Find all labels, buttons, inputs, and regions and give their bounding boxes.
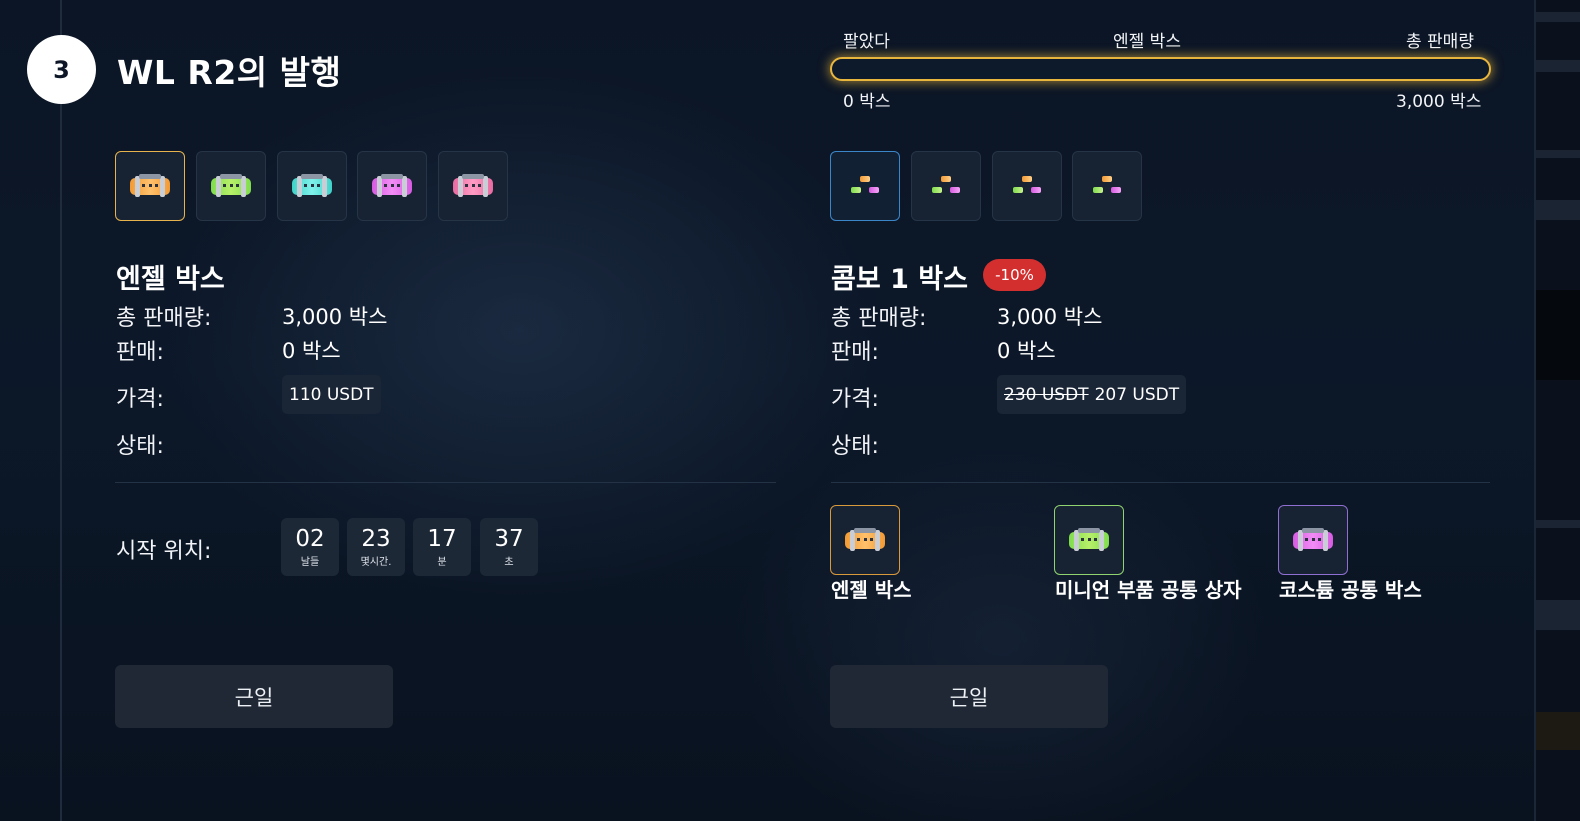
thumb-teal-box[interactable] (277, 151, 347, 221)
combo-item-2-icon (1290, 525, 1336, 555)
combo-4-icon (1090, 174, 1124, 198)
combo-item-angel-box-label: 엔젤 박스 (831, 578, 912, 602)
minion-box-icon (208, 171, 254, 201)
costume-box-icon (369, 171, 415, 201)
countdown-minutes-value: 17 (427, 525, 457, 552)
right-coming-soon-button[interactable]: 근일 (830, 665, 1108, 728)
countdown-seconds-value: 37 (494, 525, 524, 552)
countdown-hours-value: 23 (361, 525, 391, 552)
left-box-title: 엔젤 박스 (116, 264, 225, 295)
combo-1-icon (848, 174, 882, 198)
pink-box-icon (450, 171, 496, 201)
thumb-pink-box[interactable] (438, 151, 508, 221)
right-sold-value: 0 박스 (997, 339, 1056, 363)
thumb-combo-3[interactable] (992, 151, 1062, 221)
countdown-hours-unit: 몇시간. (360, 556, 392, 568)
discount-badge: -10% (983, 259, 1046, 291)
thumb-combo-1[interactable] (830, 151, 900, 221)
countdown-seconds: 37 초 (480, 518, 538, 576)
left-price-chip: 110 USDT (282, 375, 381, 414)
timeline-line (60, 0, 62, 821)
combo-2-icon (929, 174, 963, 198)
left-status-label: 상태: (116, 434, 164, 459)
right-status-label: 상태: (831, 434, 879, 459)
thumb-combo-4[interactable] (1072, 151, 1142, 221)
start-time-label: 시작 위치: (116, 539, 212, 564)
thumb-angel-box[interactable] (115, 151, 185, 221)
progress-min-value: 0 박스 (843, 92, 891, 112)
combo-item-1-icon (1066, 525, 1112, 555)
combo-item-0-icon (842, 525, 888, 555)
discounted-price: 207 USDT (1094, 384, 1180, 405)
left-total-sales-value: 3,000 박스 (282, 305, 388, 329)
right-divider (831, 482, 1490, 483)
right-box-title: 콤보 1 박스 (831, 264, 968, 295)
progress-box-name: 엔젤 박스 (1113, 32, 1181, 52)
right-sold-label: 판매: (831, 340, 879, 365)
original-price: 230 USDT (1004, 384, 1089, 405)
progress-total-label: 총 판매량 (1406, 32, 1474, 52)
step-number-badge: 3 (27, 35, 96, 104)
page-title: WL R2의 발행 (117, 53, 342, 92)
combo-item-costume-box[interactable] (1278, 505, 1348, 575)
right-price-chip: 230 USDT 207 USDT (997, 375, 1187, 414)
right-total-sales-label: 총 판매량: (831, 306, 927, 331)
progress-sold-label: 팔았다 (843, 32, 890, 52)
combo-item-minion-parts-box[interactable] (1054, 505, 1124, 575)
sales-progress-bar (830, 57, 1491, 81)
left-sold-value: 0 박스 (282, 339, 341, 363)
countdown-minutes-unit: 분 (437, 556, 447, 568)
thumb-minion-box[interactable] (196, 151, 266, 221)
left-total-sales-label: 총 판매량: (116, 306, 212, 331)
combo-3-icon (1010, 174, 1044, 198)
progress-max-value: 3,000 박스 (1396, 92, 1482, 112)
side-strip (1536, 0, 1580, 821)
thumb-combo-2[interactable] (911, 151, 981, 221)
right-total-sales-value: 3,000 박스 (997, 305, 1103, 329)
thumb-costume-box[interactable] (357, 151, 427, 221)
combo-item-costume-box-label: 코스튬 공통 박스 (1279, 578, 1422, 602)
angel-box-icon (127, 171, 173, 201)
combo-item-angel-box[interactable] (830, 505, 900, 575)
left-price-label: 가격: (116, 387, 164, 412)
countdown-minutes: 17 분 (413, 518, 471, 576)
countdown-days-value: 02 (295, 525, 325, 552)
right-price-label: 가격: (831, 387, 879, 412)
left-price-value: 110 USDT (289, 384, 374, 405)
combo-item-minion-parts-box-label: 미니언 부품 공통 상자 (1055, 578, 1242, 602)
left-sold-label: 판매: (116, 340, 164, 365)
left-coming-soon-button[interactable]: 근일 (115, 665, 393, 728)
countdown-hours: 23 몇시간. (347, 518, 405, 576)
countdown-seconds-unit: 초 (504, 556, 514, 568)
countdown-days-unit: 날들 (300, 556, 320, 568)
left-divider (115, 482, 776, 483)
countdown-days: 02 날들 (281, 518, 339, 576)
teal-box-icon (289, 171, 335, 201)
